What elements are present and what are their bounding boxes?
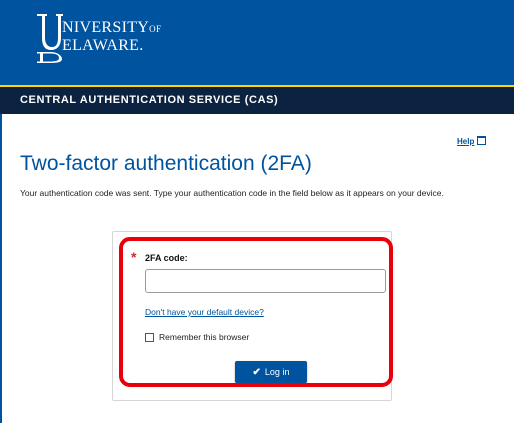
page-description: Your authentication code was sent. Type …	[20, 188, 444, 198]
red-highlight-outline	[119, 237, 393, 387]
help-label: Help	[457, 137, 475, 146]
ud-monogram-icon	[37, 14, 63, 63]
cas-title: CENTRAL AUTHENTICATION SERVICE (CAS)	[20, 94, 279, 106]
page-title: Two-factor authentication (2FA)	[20, 152, 312, 175]
cas-title-bar: CENTRAL AUTHENTICATION SERVICE (CAS)	[0, 87, 514, 114]
logo-wordmark-line1: NIVERSITYOF	[62, 19, 162, 36]
left-accent-line	[0, 114, 2, 423]
site-header: NIVERSITYOF ELAWARE.	[0, 0, 514, 85]
university-logo[interactable]: NIVERSITYOF ELAWARE.	[34, 12, 161, 70]
popup-window-icon	[477, 136, 487, 145]
logo-wordmark-line2: ELAWARE.	[62, 37, 144, 54]
help-link[interactable]: Help	[457, 136, 487, 146]
